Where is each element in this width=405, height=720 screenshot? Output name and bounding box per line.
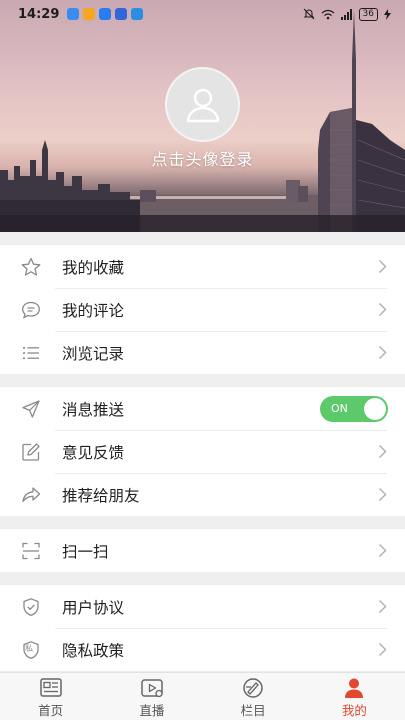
chevron-right-icon: [378, 642, 387, 657]
tab-label: 首页: [38, 702, 64, 718]
menu-item-label: 推荐给朋友: [62, 486, 140, 505]
menu-item-recommend[interactable]: 推荐给朋友: [0, 473, 405, 516]
menu-item-scan[interactable]: 扫一扫: [0, 529, 405, 572]
chevron-right-icon: [378, 444, 387, 459]
bottom-tab-bar: 首页 直播 栏目 我的: [0, 672, 405, 720]
menu-item-label: 隐私政策: [62, 641, 125, 660]
chevron-right-icon: [378, 599, 387, 614]
tab-label: 栏目: [240, 702, 266, 718]
status-app-icon: [99, 8, 112, 20]
menu-item-label: 我的评论: [62, 301, 125, 320]
person-icon: [345, 678, 364, 698]
menu-item-push-notifications: 消息推送 ON: [0, 387, 405, 430]
status-app-icon: [131, 8, 144, 20]
toggle-state-label: ON: [331, 402, 348, 415]
menu-group-tools: 扫一扫: [0, 529, 405, 572]
column-icon: [243, 677, 263, 698]
push-notifications-toggle[interactable]: ON: [320, 396, 388, 422]
shield-check-icon: [20, 596, 42, 618]
menu-item-feedback[interactable]: 意见反馈: [0, 430, 405, 473]
status-app-icon: [83, 8, 96, 20]
menu-item-privacy-policy[interactable]: 私 隐私政策: [0, 628, 405, 671]
home-news-icon: [39, 677, 62, 697]
settings-menu: 我的收藏 我的评论 浏览记录 消息推送 ON 意见反馈 推荐给朋友 扫一扫 用户…: [0, 232, 405, 672]
profile-screen: 14:29 36 点击头像登录 我的收藏 我的评论 浏览记录 消息推送 ON 意…: [0, 0, 405, 720]
scan-icon: [20, 540, 42, 562]
menu-group-interaction: 消息推送 ON 意见反馈 推荐给朋友: [0, 387, 405, 516]
menu-group-personal: 我的收藏 我的评论 浏览记录: [0, 245, 405, 374]
avatar[interactable]: [165, 67, 240, 142]
menu-item-history[interactable]: 浏览记录: [0, 331, 405, 374]
chevron-right-icon: [378, 302, 387, 317]
tab-home[interactable]: 首页: [0, 673, 101, 720]
menu-item-label: 扫一扫: [62, 542, 109, 561]
live-icon: [141, 678, 163, 697]
menu-item-label: 用户协议: [62, 598, 125, 617]
login-prompt[interactable]: 点击头像登录: [0, 146, 405, 170]
tab-label: 直播: [139, 702, 165, 718]
signal-icon: [340, 8, 352, 20]
chevron-right-icon: [378, 543, 387, 558]
edit-icon: [20, 441, 42, 463]
battery-level: 36: [358, 7, 378, 21]
send-icon: [20, 398, 42, 420]
tab-label: 我的: [341, 702, 367, 718]
status-indicators: 36: [303, 7, 391, 21]
status-bar: 14:29 36: [0, 0, 405, 28]
star-icon: [20, 256, 42, 278]
profile-banner: 14:29 36 点击头像登录: [0, 0, 405, 232]
default-avatar-icon: [186, 88, 219, 122]
comment-icon: [20, 299, 42, 321]
chevron-right-icon: [378, 259, 387, 274]
menu-item-label: 浏览记录: [62, 344, 125, 363]
tab-mine[interactable]: 我的: [304, 673, 405, 720]
tab-live[interactable]: 直播: [101, 673, 202, 720]
tab-columns[interactable]: 栏目: [203, 673, 304, 720]
status-time: 14:29: [18, 6, 60, 22]
chevron-right-icon: [378, 487, 387, 502]
mute-icon: [303, 8, 314, 20]
status-app-icon: [67, 8, 80, 20]
charging-icon: [384, 8, 391, 20]
share-icon: [20, 484, 42, 506]
menu-item-label: 意见反馈: [62, 443, 125, 462]
chevron-right-icon: [378, 345, 387, 360]
menu-item-comments[interactable]: 我的评论: [0, 288, 405, 331]
status-app-icon: [115, 8, 128, 20]
toggle-knob: [364, 398, 386, 420]
menu-group-legal: 用户协议 私 隐私政策: [0, 585, 405, 671]
wifi-icon: [321, 9, 334, 19]
menu-item-favorites[interactable]: 我的收藏: [0, 245, 405, 288]
menu-item-label: 我的收藏: [62, 258, 125, 277]
privacy-icon-glyph: 私: [25, 643, 33, 653]
list-icon: [20, 342, 42, 364]
privacy-shield-icon: 私: [20, 639, 42, 661]
menu-item-user-agreement[interactable]: 用户协议: [0, 585, 405, 628]
menu-item-label: 消息推送: [62, 400, 125, 419]
